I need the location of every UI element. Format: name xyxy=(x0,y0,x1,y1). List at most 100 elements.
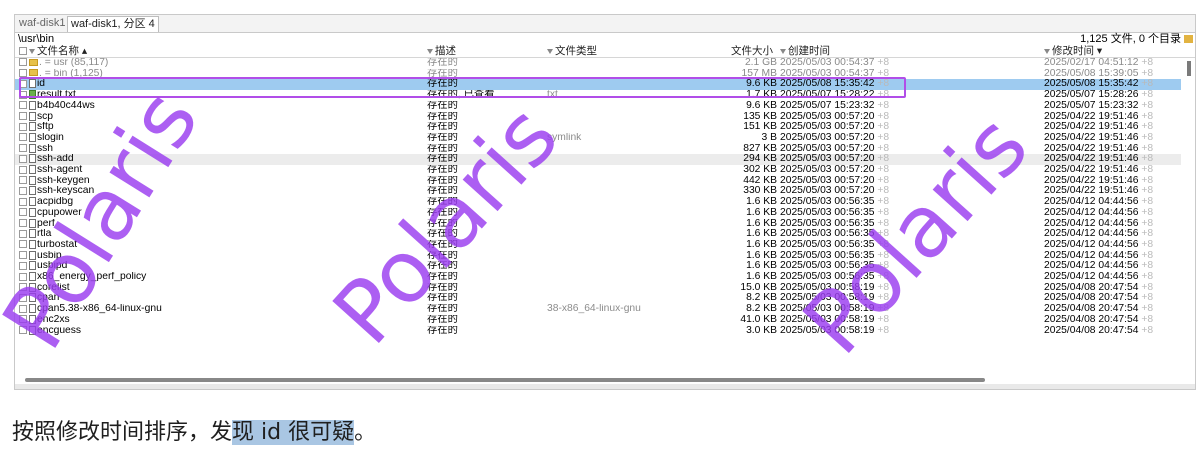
filter-icon[interactable] xyxy=(547,48,553,54)
checkbox-icon[interactable] xyxy=(19,47,27,56)
file-name: perf xyxy=(37,218,55,229)
table-row[interactable]: acpidbg 存在的 1.6 KB 2025/05/03 00:56:35 +8 20… xyxy=(15,197,1181,208)
scroll-thumb[interactable] xyxy=(1187,61,1191,76)
table-row[interactable]: cpupower 存在的 1.6 KB 2025/05/03 00:56:35 +8 2… xyxy=(15,207,1181,219)
tab-waf-disk1-partition4[interactable]: waf-disk1, 分区 4 xyxy=(67,16,159,32)
table-row[interactable]: enc2xs 存在的 41.0 KB 2025/05/03 00:58:19 +8 20… xyxy=(15,314,1181,326)
file-name-cell[interactable]: ssh-keygen xyxy=(19,175,424,187)
table-row[interactable]: usbipd 存在的 1.6 KB 2025/05/03 00:56:35 +8 202… xyxy=(15,261,1181,272)
table-row[interactable]: ssh-agent 存在的 302 KB 2025/05/03 00:57:20 +8… xyxy=(15,165,1181,176)
file-name-cell[interactable]: ssh-add xyxy=(19,154,424,165)
file-name-cell[interactable]: ssh xyxy=(19,143,424,155)
created-time: 2025/05/03 00:57:20 +8 xyxy=(780,186,900,197)
checkbox-icon[interactable] xyxy=(19,112,27,120)
filter-icon[interactable] xyxy=(427,48,433,54)
checkbox-icon[interactable] xyxy=(19,68,27,77)
checkbox-icon[interactable] xyxy=(19,122,27,131)
checkbox-icon[interactable] xyxy=(19,261,27,270)
checkbox-icon[interactable] xyxy=(19,283,27,292)
table-row[interactable]: sftp 存在的 151 KB 2025/05/03 00:57:20 +8 2025/… xyxy=(15,122,1181,133)
file-name-cell[interactable]: ssh-keyscan xyxy=(19,186,424,197)
file-name-cell[interactable]: ssh-agent xyxy=(19,165,424,176)
table-row[interactable]: ssh 存在的 827 KB 2025/05/03 00:57:20 +8 2025/0… xyxy=(15,143,1181,155)
file-name-cell[interactable]: encguess xyxy=(19,325,424,337)
filter-icon[interactable] xyxy=(780,48,786,54)
folder-icon[interactable] xyxy=(1184,35,1193,43)
table-row[interactable]: ssh-keygen 存在的 442 KB 2025/05/03 00:57:20 +… xyxy=(15,175,1181,187)
timezone-offset: +8 xyxy=(877,229,890,240)
checkbox-icon[interactable] xyxy=(19,197,27,206)
checkbox-icon[interactable] xyxy=(19,165,27,174)
column-mtime[interactable]: 修改时间 ▾ xyxy=(1044,45,1102,57)
file-name-cell[interactable]: rtla xyxy=(19,229,424,240)
table-row[interactable]: usbip 存在的 1.6 KB 2025/05/03 00:56:35 +8 2025… xyxy=(15,250,1181,262)
checkbox-icon[interactable] xyxy=(19,208,27,217)
file-name-cell[interactable]: acpidbg xyxy=(19,197,424,208)
column-size[interactable]: 文件大小 xyxy=(731,45,773,57)
column-type[interactable]: 文件类型 xyxy=(547,45,597,57)
table-row[interactable]: slogin 存在的 symlink 3 B 2025/05/03 00:57:20 +… xyxy=(15,132,1181,144)
vertical-scrollbar[interactable] xyxy=(1185,58,1193,376)
checkbox-icon[interactable] xyxy=(19,251,27,260)
checkbox-icon[interactable] xyxy=(19,326,27,334)
column-desc-label: 描述 xyxy=(435,45,456,57)
created-time-value: 2025/05/03 00:57:20 xyxy=(780,143,875,154)
modified-time-value: 2025/02/17 04:51:12 xyxy=(1044,58,1139,68)
checkbox-icon[interactable] xyxy=(19,240,27,249)
file-name-cell[interactable]: perf xyxy=(19,218,424,230)
checkbox-icon[interactable] xyxy=(19,304,27,313)
file-name-cell[interactable]: corelist xyxy=(19,282,424,294)
file-name-cell[interactable]: cpupower xyxy=(19,207,424,219)
horizontal-scrollbar[interactable] xyxy=(15,376,1181,384)
tab-waf-disk1[interactable]: waf-disk1 xyxy=(16,16,68,31)
table-row[interactable]: corelist 存在的 15.0 KB 2025/05/03 00:58:19 +8… xyxy=(15,282,1181,294)
table-row[interactable]: b4b40c44ws 存在的 9.6 KB 2025/05/07 15:23:32 +… xyxy=(15,100,1181,112)
checkbox-icon[interactable] xyxy=(19,101,27,110)
checkbox-icon[interactable] xyxy=(19,154,27,163)
table-row[interactable]: cpan 存在的 8.2 KB 2025/05/03 00:58:19 +8 2025/… xyxy=(15,293,1181,304)
table-row[interactable]: ssh-keyscan 存在的 330 KB 2025/05/03 00:57:20 … xyxy=(15,186,1181,197)
checkbox-icon[interactable] xyxy=(19,219,27,227)
file-name-cell[interactable]: scp xyxy=(19,111,424,123)
file-name-cell[interactable]: usbipd xyxy=(19,261,424,272)
file-name-cell[interactable]: usbip xyxy=(19,250,424,262)
scroll-thumb[interactable] xyxy=(25,378,985,382)
file-description: 存在的 xyxy=(427,218,458,229)
checkbox-icon[interactable] xyxy=(19,229,27,238)
timezone-offset: +8 xyxy=(877,250,890,261)
created-time-value: 2025/05/03 00:56:35 xyxy=(780,207,875,218)
file-size: 1.6 KB xyxy=(746,229,777,240)
checkbox-icon[interactable] xyxy=(19,176,27,185)
column-ctime[interactable]: 创建时间 xyxy=(780,45,830,57)
file-name-cell[interactable]: x86_energy_perf_policy xyxy=(19,272,424,283)
table-row[interactable]: perf 存在的 1.6 KB 2025/05/03 00:56:35 +8 2025/… xyxy=(15,218,1181,230)
checkbox-icon[interactable] xyxy=(19,133,27,142)
file-name-cell[interactable]: enc2xs xyxy=(19,314,424,326)
table-row[interactable]: rtla 存在的 1.6 KB 2025/05/03 00:56:35 +8 2025/… xyxy=(15,229,1181,240)
table-row[interactable]: x86_energy_perf_policy 存在的 1.6 KB 2025/05/0… xyxy=(15,272,1181,283)
file-name-cell[interactable]: . = usr (85,117) xyxy=(19,58,424,69)
table-row[interactable]: turbostat 存在的 1.6 KB 2025/05/03 00:56:35 +8… xyxy=(15,239,1181,251)
file-name-cell[interactable]: b4b40c44ws xyxy=(19,100,424,112)
checkbox-icon[interactable] xyxy=(19,186,27,195)
filter-icon[interactable] xyxy=(29,48,35,54)
table-row[interactable]: ssh-add 存在的 294 KB 2025/05/03 00:57:20 +8 20… xyxy=(15,154,1181,165)
filter-icon[interactable] xyxy=(1044,48,1050,54)
file-name-cell[interactable]: slogin xyxy=(19,132,424,144)
table-row[interactable]: . = usr (85,117) 存在的 2.1 GB 2025/05/03 00:5… xyxy=(15,58,1181,69)
timezone-offset: +8 xyxy=(877,314,890,325)
column-desc[interactable]: 描述 xyxy=(427,45,456,57)
file-name-cell[interactable]: turbostat xyxy=(19,239,424,251)
column-name[interactable]: 文件名称 ▴ xyxy=(19,45,87,57)
file-name-cell[interactable]: cpan5.38-x86_64-linux-gnu xyxy=(19,304,424,315)
table-row[interactable]: scp 存在的 135 KB 2025/05/03 00:57:20 +8 2025/0… xyxy=(15,111,1181,123)
file-name-cell[interactable]: sftp xyxy=(19,122,424,133)
checkbox-icon[interactable] xyxy=(19,58,27,67)
file-name-cell[interactable]: cpan xyxy=(19,293,424,304)
checkbox-icon[interactable] xyxy=(19,272,27,281)
checkbox-icon[interactable] xyxy=(19,315,27,324)
table-row[interactable]: cpan5.38-x86_64-linux-gnu 存在的 38-x86_64-li… xyxy=(15,304,1181,315)
checkbox-icon[interactable] xyxy=(19,144,27,153)
checkbox-icon[interactable] xyxy=(19,293,27,302)
table-row[interactable]: encguess 存在的 3.0 KB 2025/05/03 00:58:19 +8 2… xyxy=(15,325,1181,337)
